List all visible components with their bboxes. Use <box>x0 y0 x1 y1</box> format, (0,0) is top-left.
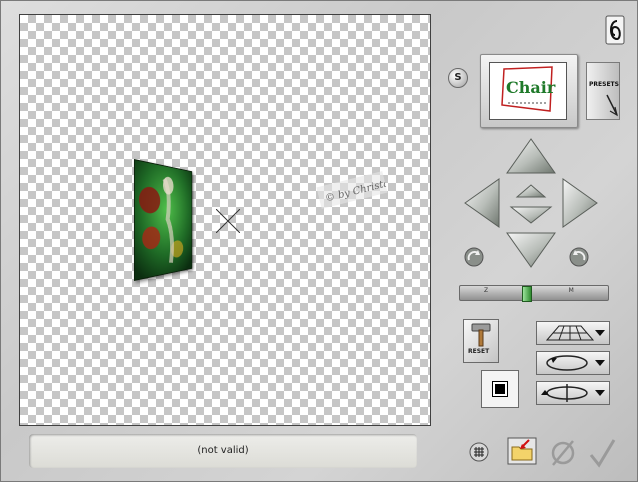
zoom-letters: Z O M <box>484 287 592 294</box>
orbit-icon <box>546 355 605 371</box>
move-down-button[interactable] <box>506 232 556 268</box>
preview-thumbnail-art: Chair <box>501 66 556 112</box>
reset-button[interactable]: RESET <box>463 319 499 363</box>
watermark: © by Christa <box>316 171 389 209</box>
status-bar: (not valid) <box>29 434 417 468</box>
axis-spin-icon <box>541 384 605 402</box>
grid-mode-dropdown[interactable] <box>536 321 610 345</box>
s-button[interactable]: S <box>448 68 468 88</box>
zoom-slider-handle[interactable] <box>522 286 532 302</box>
cancel-icon[interactable] <box>549 438 577 468</box>
grid-plane-icon <box>545 325 605 341</box>
move-left-button[interactable] <box>464 178 500 228</box>
preset-preview[interactable]: Chair <box>480 54 578 128</box>
color-swatch[interactable] <box>481 370 519 408</box>
move-forward-button[interactable] <box>515 184 547 198</box>
hammer-icon <box>471 323 491 347</box>
center-crosshair-icon[interactable] <box>216 209 240 233</box>
rotate-left-icon[interactable] <box>463 246 485 268</box>
grid-toggle-icon[interactable] <box>469 442 489 462</box>
s-button-label: S <box>454 72 462 83</box>
reset-label: RESET <box>468 348 490 355</box>
move-back-button[interactable] <box>509 206 553 224</box>
preview-thumbnail: Chair <box>489 62 567 120</box>
axis-mode-dropdown[interactable] <box>536 381 610 405</box>
preview-thumbnail-text: Chair <box>506 78 556 97</box>
transformed-image[interactable] <box>134 159 192 281</box>
move-up-button[interactable] <box>506 138 556 174</box>
image-art <box>134 159 192 281</box>
color-swatch-inner <box>492 381 508 397</box>
presets-arrow-icon <box>606 94 618 117</box>
presets-button[interactable]: PRESETS <box>586 62 620 120</box>
help-icon[interactable] <box>605 15 625 45</box>
move-right-button[interactable] <box>562 178 598 228</box>
status-text: (not valid) <box>197 445 249 456</box>
rotation-mode-dropdown[interactable] <box>536 351 610 375</box>
zoom-slider[interactable]: Z O M <box>459 285 609 302</box>
ok-checkmark-icon[interactable] <box>587 437 617 469</box>
rotate-right-icon[interactable] <box>568 246 590 268</box>
preview-canvas[interactable]: © by Christa <box>19 14 431 426</box>
load-folder-icon[interactable] <box>507 437 537 465</box>
filter-dialog: © by Christa (not valid) S Chair PRESETS <box>0 0 638 482</box>
